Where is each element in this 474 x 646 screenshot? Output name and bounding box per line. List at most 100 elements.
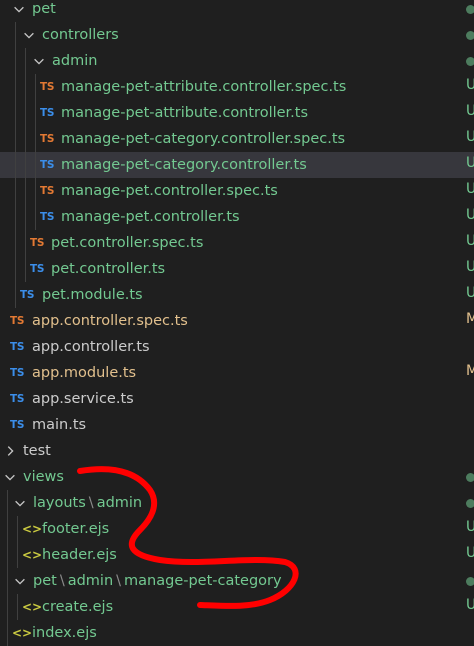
file-label: manage-pet-category.controller.spec.ts xyxy=(61,131,346,147)
ejs-icon: <> xyxy=(22,600,43,614)
chevron-down-icon xyxy=(13,574,27,588)
path-segment: admin xyxy=(67,573,114,589)
file-item[interactable]: TS pet.module.ts U xyxy=(0,282,474,308)
typescript-icon: TS xyxy=(30,263,45,275)
path-separator: \ xyxy=(88,495,94,511)
chevron-right-icon xyxy=(3,444,17,458)
typescript-icon: TS xyxy=(40,159,55,171)
typescript-icon: TS xyxy=(10,393,25,405)
folder-views[interactable]: views xyxy=(0,464,474,490)
file-label: main.ts xyxy=(32,417,87,433)
git-status-badge: U xyxy=(466,77,474,93)
folder-label: test xyxy=(23,443,51,459)
compact-folder-path: pet \ admin \ manage-pet-category xyxy=(33,573,282,589)
git-status-badge: U xyxy=(466,155,474,171)
file-item[interactable]: TS manage-pet.controller.ts U xyxy=(0,204,474,230)
folder-layouts-admin[interactable]: layouts \ admin xyxy=(0,490,474,516)
path-separator: \ xyxy=(59,573,65,589)
git-status-badge: M xyxy=(466,363,474,379)
folder-label: controllers xyxy=(42,27,119,43)
chevron-down-icon xyxy=(32,54,46,68)
file-label: manage-pet-attribute.controller.ts xyxy=(61,105,309,121)
file-item[interactable]: TS manage-pet-category.controller.spec.t… xyxy=(0,126,474,152)
file-label: header.ejs xyxy=(42,547,117,563)
ejs-icon: <> xyxy=(12,626,33,640)
indent-guide xyxy=(15,22,16,48)
indent-guide xyxy=(15,48,16,74)
folder-test[interactable]: test xyxy=(0,438,474,464)
chevron-down-icon xyxy=(13,496,27,510)
untracked-dot xyxy=(466,499,474,508)
file-item-partial[interactable]: <> index.ejs xyxy=(0,620,474,646)
file-item[interactable]: TS pet.controller.spec.ts U xyxy=(0,230,474,256)
git-status-badge: U xyxy=(466,233,474,249)
folder-pet-admin-manage-pet-category[interactable]: pet \ admin \ manage-pet-category xyxy=(0,568,474,594)
path-segment: layouts xyxy=(33,495,86,511)
path-segment: manage-pet-category xyxy=(124,573,282,589)
typescript-icon: TS xyxy=(20,289,35,301)
path-segment: admin xyxy=(96,495,143,511)
file-item[interactable]: TS manage-pet.controller.spec.ts U xyxy=(0,178,474,204)
untracked-dot xyxy=(466,577,474,586)
git-status-badge: U xyxy=(466,259,474,275)
file-item[interactable]: <> create.ejs U xyxy=(0,594,474,620)
git-status-badge: U xyxy=(466,545,474,561)
folder-pet[interactable]: pet xyxy=(0,0,474,22)
typescript-icon: TS xyxy=(10,367,25,379)
file-label: pet.controller.spec.ts xyxy=(51,235,204,251)
file-label: manage-pet.controller.ts xyxy=(61,209,240,225)
typescript-icon: TS xyxy=(10,419,25,431)
file-item-selected[interactable]: TS manage-pet-category.controller.ts U xyxy=(0,152,474,178)
file-item[interactable]: TS app.controller.ts xyxy=(0,334,474,360)
git-status-badge: U xyxy=(466,285,474,301)
folder-label: admin xyxy=(52,53,98,69)
file-label: manage-pet-attribute.controller.spec.ts xyxy=(61,79,347,95)
file-item[interactable]: <> footer.ejs U xyxy=(0,516,474,542)
chevron-down-icon xyxy=(12,2,26,16)
file-label: app.service.ts xyxy=(32,391,134,407)
typescript-spec-icon: TS xyxy=(10,315,25,327)
git-status-badge: U xyxy=(466,103,474,119)
chevron-down-icon xyxy=(3,470,17,484)
untracked-dot xyxy=(466,5,474,14)
ejs-icon: <> xyxy=(22,548,43,562)
compact-folder-path: layouts \ admin xyxy=(33,495,142,511)
folder-admin[interactable]: admin xyxy=(0,48,474,74)
file-label: pet.controller.ts xyxy=(51,261,166,277)
file-label: manage-pet.controller.spec.ts xyxy=(61,183,278,199)
file-label: manage-pet-category.controller.ts xyxy=(61,157,307,173)
file-item[interactable]: TS app.controller.spec.ts M xyxy=(0,308,474,334)
untracked-dot xyxy=(466,31,474,40)
file-label: index.ejs xyxy=(32,625,97,641)
file-label: pet.module.ts xyxy=(42,287,143,303)
folder-label: pet xyxy=(32,1,56,17)
typescript-spec-icon: TS xyxy=(40,81,55,93)
file-label: app.module.ts xyxy=(32,365,137,381)
typescript-icon: TS xyxy=(10,341,25,353)
untracked-dot xyxy=(466,473,474,482)
typescript-icon: TS xyxy=(40,107,55,119)
file-item[interactable]: TS pet.controller.ts U xyxy=(0,256,474,282)
git-status-badge: U xyxy=(466,207,474,223)
file-label: footer.ejs xyxy=(42,521,110,537)
git-status-badge: U xyxy=(466,597,474,613)
file-item[interactable]: TS manage-pet-attribute.controller.spec.… xyxy=(0,74,474,100)
path-segment: pet xyxy=(33,573,57,589)
folder-controllers[interactable]: controllers xyxy=(0,22,474,48)
file-label: app.controller.ts xyxy=(32,339,150,355)
typescript-spec-icon: TS xyxy=(40,133,55,145)
indent-guide xyxy=(25,48,26,74)
file-label: app.controller.spec.ts xyxy=(32,313,188,329)
git-status-badge: U xyxy=(466,181,474,197)
typescript-spec-icon: TS xyxy=(30,237,45,249)
git-status-badge: U xyxy=(466,129,474,145)
file-item[interactable]: TS app.module.ts M xyxy=(0,360,474,386)
folder-label: views xyxy=(23,469,64,485)
file-item[interactable]: TS main.ts xyxy=(0,412,474,438)
ejs-icon: <> xyxy=(22,522,43,536)
file-item[interactable]: TS manage-pet-attribute.controller.ts U xyxy=(0,100,474,126)
file-item[interactable]: <> header.ejs U xyxy=(0,542,474,568)
file-item[interactable]: TS app.service.ts xyxy=(0,386,474,412)
file-label: create.ejs xyxy=(42,599,114,615)
chevron-down-icon xyxy=(22,28,36,42)
